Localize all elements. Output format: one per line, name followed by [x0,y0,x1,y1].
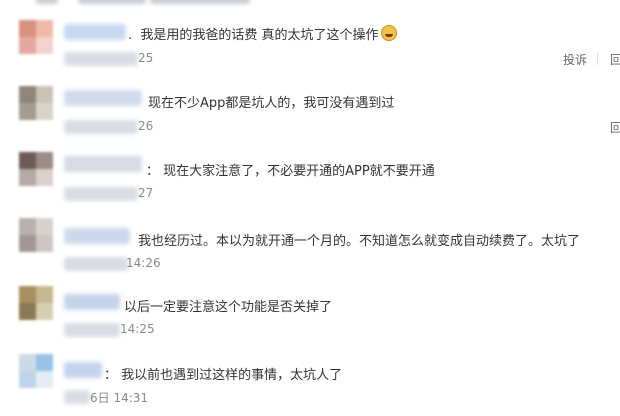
avatar-pixel [19,286,36,303]
avatar[interactable] [19,354,53,388]
comment-item: 我也经历过。本以为就开通一个月的。不知道怎么就变成自动续费了。太坑了 14:26 [0,214,620,280]
username-blurred[interactable] [64,156,142,172]
username-blurred[interactable] [64,362,102,378]
avatar-pixel [19,20,36,37]
username-blurred[interactable] [64,228,130,244]
comment-item: . 我是用的我爸的话费 真的太坑了这个操作 25 投诉 回 [0,16,620,82]
date-blurred [64,390,90,404]
comment-item: ： 我以前也遇到过这样的事情，太坑人了 6日 14:31 [0,350,620,416]
avatar-pixel [19,354,36,371]
avatar-pixel [19,103,36,120]
blurred-text [36,0,58,4]
divider [597,53,598,65]
reply-button[interactable]: 回 [610,51,620,68]
avatar-pixel [19,371,36,388]
avatar-pixel [36,37,53,54]
avatar-pixel [36,20,53,37]
comment-item: 以后一定要注意这个功能是否关掉了 14:25 [0,282,620,348]
username-blurred[interactable] [64,24,126,40]
comment-text: ： 现在大家注意了，不必要开通的APP就不要开通 [146,164,435,179]
date-blurred [64,120,138,134]
comment-time: 6日 14:31 [90,391,149,405]
avatar-pixel [36,152,53,169]
avatar-pixel [36,103,53,120]
avatar-pixel [36,169,53,186]
date-blurred [64,52,138,66]
comment-time: 25 [138,51,154,65]
avatar-pixel [19,152,36,169]
avatar-pixel [36,303,53,320]
comment-time: 27 [138,186,154,200]
avatar-pixel [19,37,36,54]
avatar-pixel [36,86,53,103]
comment-item: 现在不少App都是坑人的，我可没有遇到过 26 回 [0,82,620,148]
laughing-tears-emoji-icon [380,25,397,41]
comment-text: . 我是用的我爸的话费 真的太坑了这个操作 [128,24,397,43]
avatar[interactable] [19,286,53,320]
avatar-pixel [36,235,53,252]
avatar-pixel [19,303,36,320]
avatar[interactable] [19,86,53,120]
avatar-pixel [19,218,36,235]
reply-button[interactable]: 回 [610,119,620,136]
avatar-pixel [36,286,53,303]
avatar-pixel [36,354,53,371]
avatar-pixel [19,169,36,186]
avatar[interactable] [19,152,53,186]
date-blurred [64,187,138,201]
blurred-text [150,0,250,4]
avatar[interactable] [19,20,53,54]
report-button[interactable]: 投诉 [563,51,587,68]
avatar-pixel [19,86,36,103]
comment-text: ： 我以前也遇到过这样的事情，太坑人了 [104,368,343,383]
comment-text: 我也经历过。本以为就开通一个月的。不知道怎么就变成自动续费了。太坑了 [138,234,581,249]
comment-item: ： 现在大家注意了，不必要开通的APP就不要开通 27 [0,148,620,214]
avatar-pixel [36,218,53,235]
username-blurred[interactable] [64,294,120,310]
avatar-pixel [19,235,36,252]
date-blurred [64,257,128,271]
username-blurred[interactable] [64,90,142,106]
comment-text: 现在不少App都是坑人的，我可没有遇到过 [148,96,395,111]
comment-time: 26 [138,119,154,133]
avatar[interactable] [19,218,53,252]
comment-time: 14:25 [120,322,155,336]
blurred-text [78,0,146,4]
comment-time: 14:26 [126,256,161,270]
date-blurred [64,323,120,337]
previous-comment-remnant [0,0,620,8]
comment-text: 以后一定要注意这个功能是否关掉了 [124,300,333,315]
avatar-pixel [36,371,53,388]
